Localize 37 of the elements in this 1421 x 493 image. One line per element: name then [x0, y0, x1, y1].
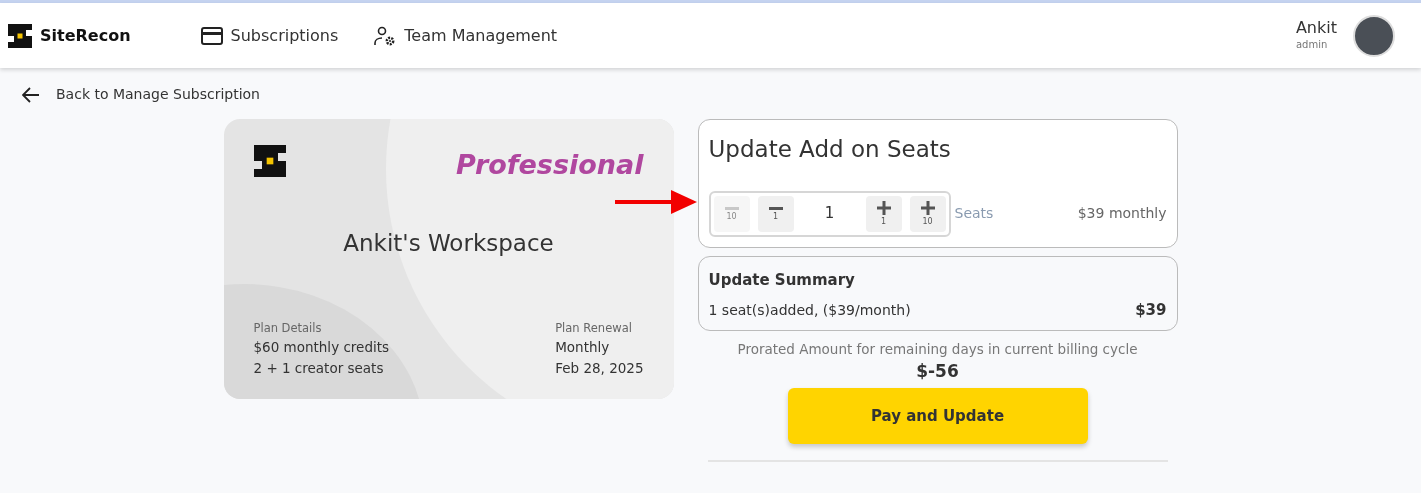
step-button[interactable]: 10 — [909, 195, 946, 232]
summary-line: 1 seat(s)added, ($39/month) — [708, 300, 911, 320]
step-button[interactable]: 1 — [757, 195, 794, 232]
brand-name: SiteRecon — [40, 24, 131, 47]
seat-price: $39 monthly — [1077, 204, 1167, 223]
detail-value: 2 + 1 creator seats — [253, 358, 385, 378]
step-button[interactable]: 1 — [865, 195, 902, 232]
logo-icon — [8, 23, 32, 48]
prorated-amount: $-56 — [916, 359, 959, 383]
plus-icon — [876, 201, 891, 215]
back-arrow-icon — [22, 86, 40, 103]
detail-value: $60 monthly credits — [253, 338, 390, 358]
user-name: Ankit — [1295, 19, 1337, 37]
prorated-label: Prorated Amount for remaining days in current billing cycle — [737, 339, 1138, 359]
nav-link[interactable]: Subscriptions — [194, 19, 345, 52]
panel-title: Update Add on Seats — [708, 135, 952, 164]
credit-card-icon — [200, 26, 223, 45]
seat-count: 1 — [823, 203, 836, 225]
avatar[interactable] — [1353, 14, 1395, 57]
minus-icon — [724, 206, 739, 210]
detail-value: Feb 28, 2025 — [555, 358, 644, 378]
detail-label: Plan Details — [253, 320, 323, 337]
minus-icon — [768, 206, 783, 210]
user-gear-icon — [374, 25, 397, 46]
back-link[interactable]: Back to Manage Subscription — [22, 84, 260, 105]
detail-value: Monthly — [555, 338, 611, 358]
summary-amount: $39 — [1135, 300, 1167, 321]
unit-label: Seats — [954, 204, 994, 223]
summary-title: Update Summary — [708, 269, 856, 291]
user-role: admin — [1295, 37, 1329, 52]
workspace-name: Ankit's Workspace — [342, 228, 555, 258]
nav-link[interactable]: Team Management — [368, 19, 564, 52]
plan-name: Professional — [455, 148, 644, 182]
logo-icon — [253, 145, 286, 177]
detail-label: Plan Renewal — [555, 320, 633, 337]
plus-icon — [920, 201, 935, 215]
pay-button[interactable]: Pay and Update — [787, 388, 1088, 445]
